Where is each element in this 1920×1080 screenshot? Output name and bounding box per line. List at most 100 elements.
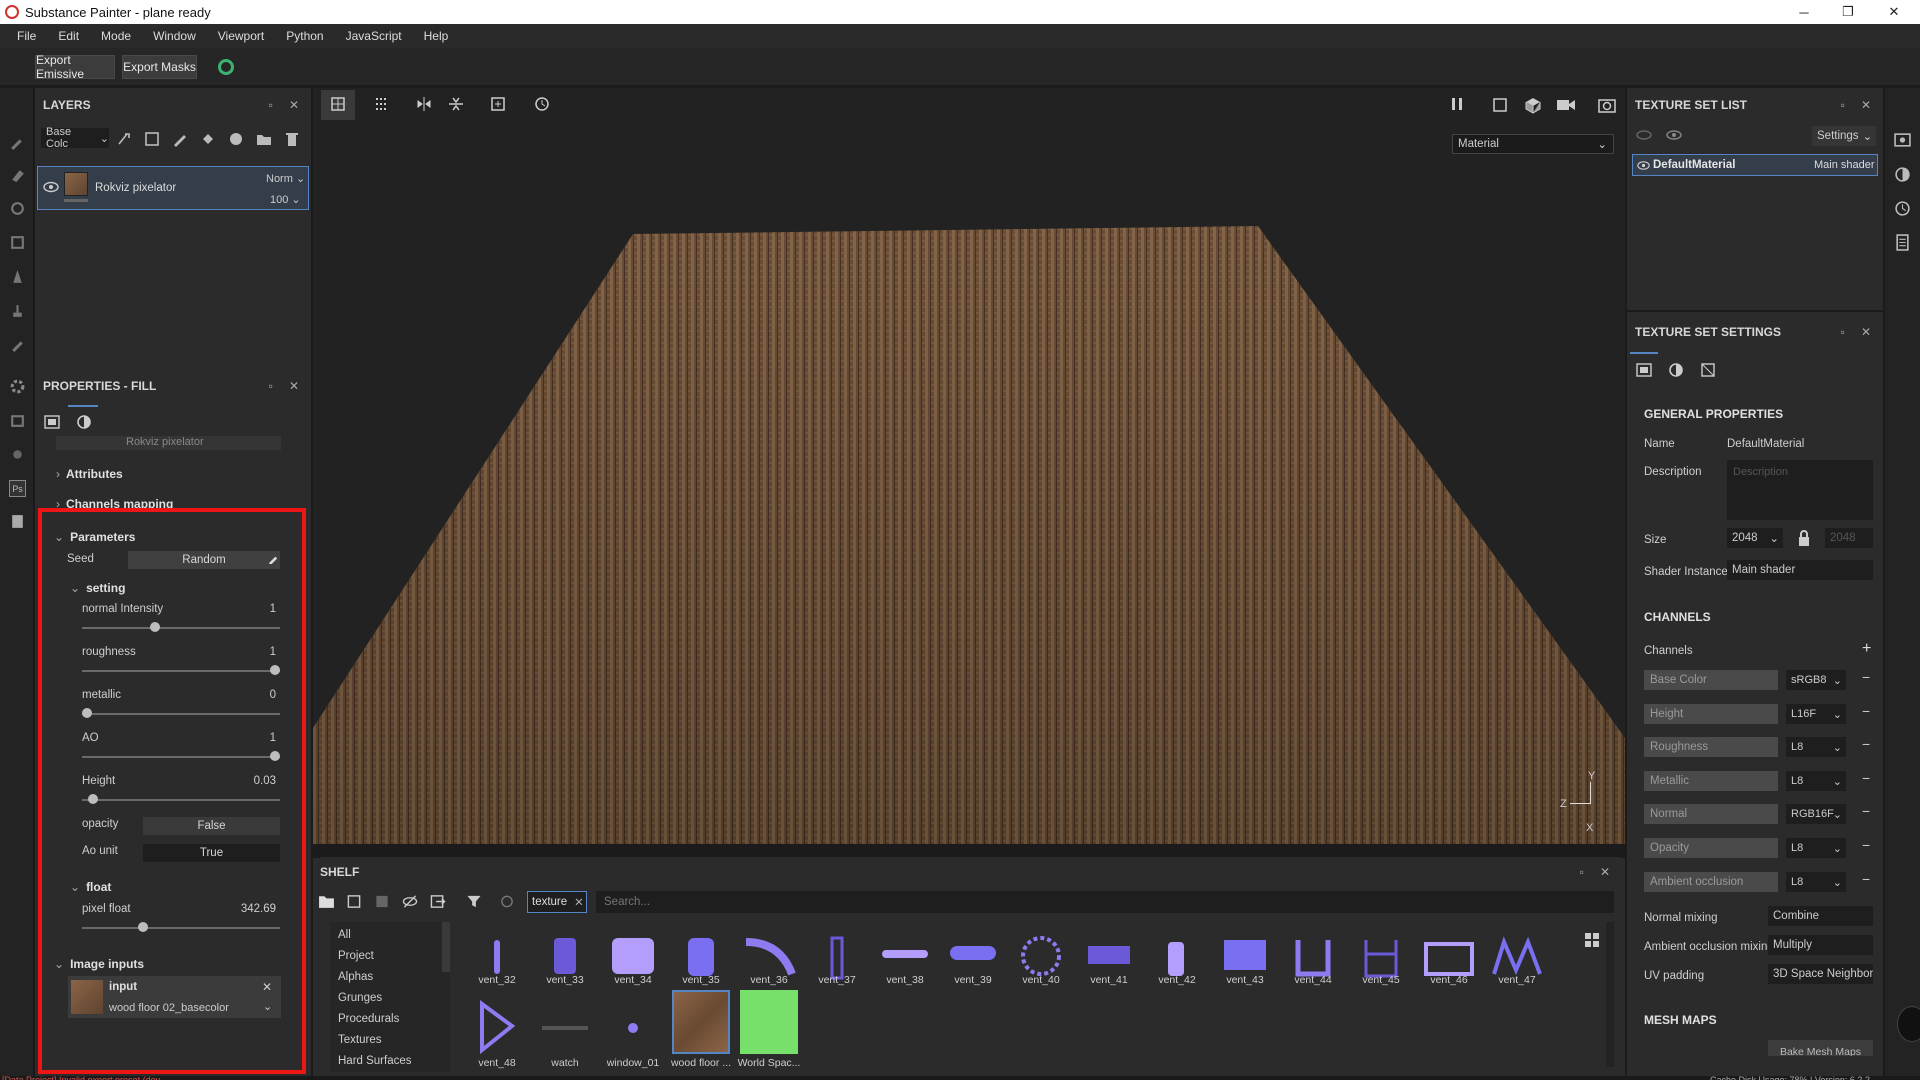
- shelf-category[interactable]: Project: [338, 950, 374, 962]
- tile-view-icon[interactable]: [374, 96, 390, 112]
- shelf-category[interactable]: All: [338, 929, 351, 941]
- channel-format-select[interactable]: L8 ⌄: [1786, 872, 1846, 892]
- shelf-category[interactable]: Grunges: [338, 992, 382, 1004]
- attributes-section[interactable]: › Attributes: [56, 467, 123, 481]
- settings-gear-icon[interactable]: [9, 378, 26, 395]
- shelf-thumbnail[interactable]: [1420, 920, 1478, 980]
- shader-settings-icon[interactable]: [1894, 166, 1911, 183]
- channel-select[interactable]: Base Colc ⌄: [41, 126, 109, 150]
- refresh-icon[interactable]: [499, 894, 515, 909]
- smudge-icon[interactable]: [9, 268, 26, 285]
- visibility-eye-icon[interactable]: [43, 181, 59, 193]
- grid-view-icon[interactable]: [330, 96, 346, 112]
- add-paint-layer-icon[interactable]: [172, 131, 188, 147]
- uv-tab-icon[interactable]: [1700, 362, 1716, 378]
- export-emissive-button[interactable]: Export Emissive: [35, 53, 115, 81]
- float-panel-icon[interactable]: ▫: [1841, 325, 1845, 339]
- shelf-thumbnail[interactable]: [604, 920, 662, 980]
- add-smart-material-icon[interactable]: [228, 131, 244, 147]
- menu-edit[interactable]: Edit: [47, 29, 90, 43]
- close-panel-icon[interactable]: ✕: [289, 98, 299, 112]
- shader-instance-select[interactable]: Main shader: [1727, 560, 1873, 580]
- split-icon[interactable]: [448, 96, 464, 112]
- channel-format-select[interactable]: L8 ⌄: [1786, 838, 1846, 858]
- channel-format-select[interactable]: RGB16F ⌄: [1786, 804, 1846, 824]
- import-icon[interactable]: [430, 894, 446, 909]
- minimize-button[interactable]: ─: [1782, 0, 1826, 24]
- remove-channel-icon[interactable]: −: [1862, 736, 1870, 752]
- remove-channel-icon[interactable]: −: [1862, 837, 1870, 853]
- menu-javascript[interactable]: JavaScript: [335, 29, 413, 43]
- shelf-category[interactable]: Procedurals: [338, 1013, 399, 1025]
- shelf-thumbnail[interactable]: [604, 990, 662, 1054]
- add-folder-icon[interactable]: [256, 131, 272, 147]
- shelf-scrollbar[interactable]: [1606, 922, 1614, 1067]
- size-select[interactable]: 2048 ⌄: [1727, 528, 1783, 548]
- history-icon[interactable]: [1894, 200, 1911, 217]
- shelf-thumbnail[interactable]: [536, 920, 594, 980]
- shelf-thumbnail[interactable]: [1012, 920, 1070, 980]
- material-tab-icon[interactable]: [1668, 362, 1684, 378]
- new-document-icon[interactable]: [346, 894, 362, 909]
- 2d-view-icon[interactable]: [1492, 96, 1510, 114]
- remove-channel-icon[interactable]: −: [1862, 770, 1870, 786]
- shelf-thumbnail[interactable]: [944, 920, 1002, 980]
- size-select-height[interactable]: 2048: [1825, 528, 1873, 548]
- shelf-thumbnail[interactable]: [876, 920, 934, 980]
- shelf-category[interactable]: Hard Surfaces: [338, 1055, 412, 1067]
- category-scrollbar[interactable]: [442, 922, 450, 972]
- resource-selector[interactable]: Rokviz pixelator: [56, 436, 281, 450]
- plugin-icon[interactable]: [9, 446, 26, 463]
- menu-file[interactable]: File: [6, 29, 47, 43]
- ao-mixing-select[interactable]: Multiply: [1768, 935, 1873, 955]
- filter-icon[interactable]: [466, 894, 482, 909]
- remove-tag-icon[interactable]: ✕: [574, 895, 584, 909]
- add-effect-icon[interactable]: [116, 131, 132, 147]
- shelf-thumbnail[interactable]: [468, 990, 526, 1054]
- color-picker-icon[interactable]: [9, 336, 26, 353]
- remove-channel-icon[interactable]: −: [1862, 669, 1870, 685]
- pause-icon[interactable]: [1450, 96, 1464, 112]
- filter-tag[interactable]: texture ✕: [527, 891, 587, 913]
- shelf-thumbnail[interactable]: [672, 990, 730, 1054]
- channel-format-select[interactable]: sRGB8 ⌄: [1786, 670, 1846, 690]
- paint-brush-icon[interactable]: [9, 133, 26, 150]
- layer-blend-mode[interactable]: Norm ⌄: [266, 172, 305, 185]
- texture-set-row[interactable]: DefaultMaterial Main shader: [1632, 154, 1878, 176]
- frame-icon[interactable]: [490, 96, 506, 112]
- shelf-thumbnail[interactable]: [808, 920, 866, 980]
- screenshot-icon[interactable]: [1598, 96, 1616, 114]
- normal-mixing-select[interactable]: Combine: [1768, 906, 1873, 926]
- hide-filter-icon[interactable]: [402, 894, 418, 909]
- float-panel-icon[interactable]: ▫: [269, 98, 273, 112]
- channel-format-select[interactable]: L16F ⌄: [1786, 704, 1846, 724]
- display-settings-icon[interactable]: [1894, 132, 1911, 149]
- channel-format-select[interactable]: L8 ⌄: [1786, 771, 1846, 791]
- shelf-thumbnail[interactable]: [468, 920, 526, 980]
- uv-padding-select[interactable]: 3D Space Neighbor: [1768, 964, 1873, 984]
- shelf-thumbnail[interactable]: [740, 920, 798, 980]
- fill-properties-tab-icon[interactable]: [44, 414, 60, 430]
- viewport-mode-select[interactable]: Material ⌄: [1452, 134, 1614, 154]
- shelf-thumbnail[interactable]: [1080, 920, 1138, 980]
- eraser-icon[interactable]: [9, 166, 26, 183]
- shelf-thumbnail[interactable]: [1216, 920, 1274, 980]
- clone-stamp-icon[interactable]: [9, 302, 26, 319]
- thumbnail-size-icon[interactable]: [1584, 932, 1600, 948]
- 3d-view-icon[interactable]: [1524, 96, 1542, 114]
- add-fill-layer-icon[interactable]: [200, 131, 216, 147]
- remove-channel-icon[interactable]: −: [1862, 871, 1870, 887]
- geometry-mask-icon[interactable]: [9, 234, 26, 251]
- symmetry-icon[interactable]: [416, 96, 432, 112]
- menu-help[interactable]: Help: [413, 29, 460, 43]
- menu-python[interactable]: Python: [275, 29, 334, 43]
- photoshop-icon[interactable]: Ps: [9, 480, 26, 497]
- shelf-thumbnail[interactable]: [740, 990, 798, 1054]
- close-panel-icon[interactable]: ✕: [289, 379, 299, 393]
- float-panel-icon[interactable]: ▫: [269, 379, 273, 393]
- lock-icon[interactable]: [1797, 529, 1811, 547]
- camera-settings-icon[interactable]: [1556, 96, 1576, 114]
- float-panel-icon[interactable]: ▫: [1580, 865, 1584, 879]
- document-icon[interactable]: [9, 513, 26, 530]
- shelf-search-input[interactable]: [596, 891, 1614, 913]
